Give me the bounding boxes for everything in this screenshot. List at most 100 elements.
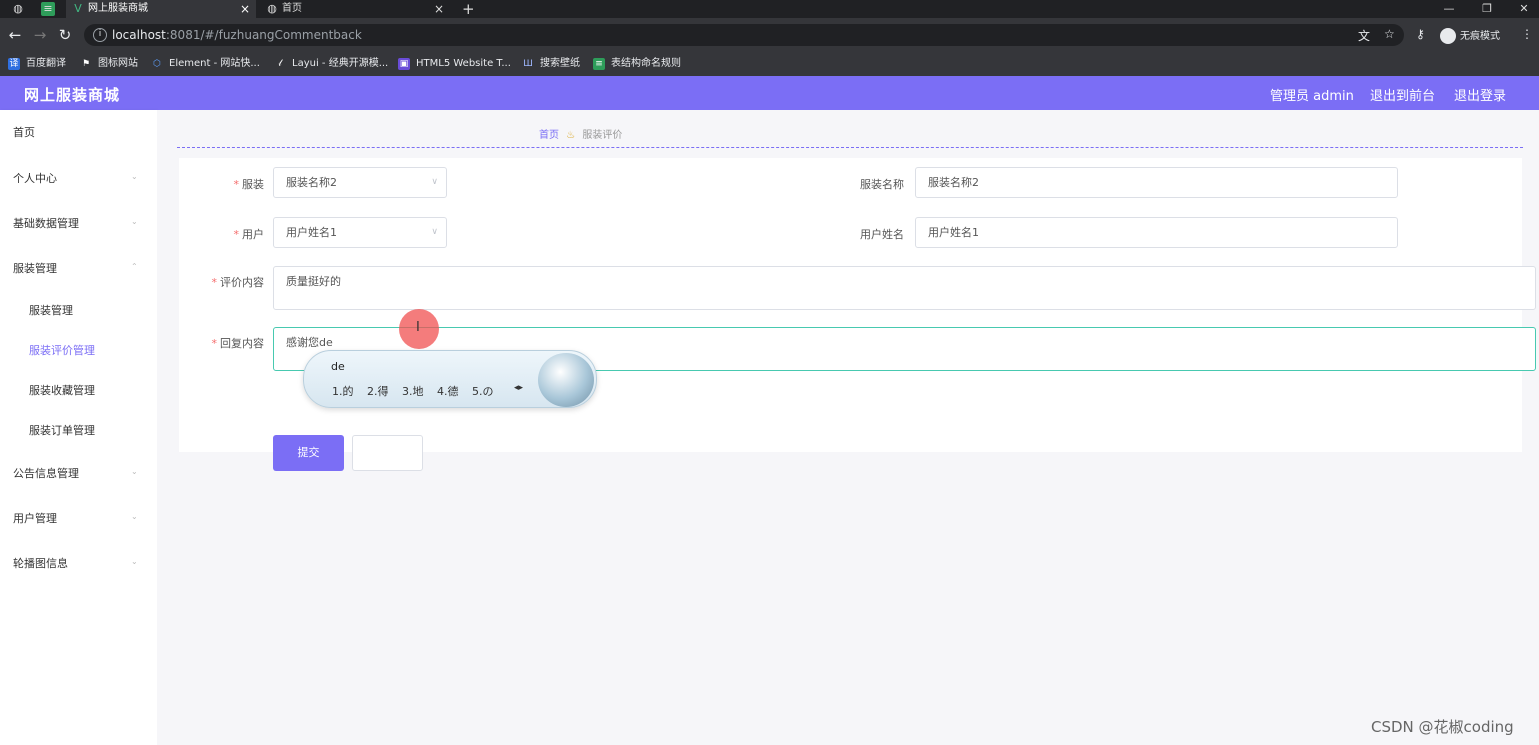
sidebar-item-notice[interactable]: 公告信息管理 — [13, 465, 79, 481]
incognito-indicator[interactable]: 无痕模式 — [1440, 27, 1500, 44]
minimize-icon[interactable]: — — [1434, 0, 1464, 18]
main-content: 首页 ♨ 服装评价 * 服装 服装名称2 ∨ 服装名称 服装名称2 * 用户 用户姓… — [157, 110, 1539, 745]
sidebar-item-users[interactable]: 用户管理 — [13, 510, 57, 526]
tab-label: 首页 — [282, 3, 302, 14]
bookmark-label: 百度翻译 — [26, 58, 66, 69]
ime-pager-icon[interactable]: ◂▸ — [514, 383, 523, 393]
sidebar-item-home[interactable]: 首页 — [13, 124, 35, 140]
submit-button[interactable]: 提交 — [273, 435, 344, 471]
ime-logo-icon — [538, 353, 594, 407]
sidebar-sub-clothing[interactable]: 服装管理 — [29, 302, 73, 318]
bookmark-label: Layui - 经典开源模... — [292, 58, 389, 69]
label-text: 服装 — [242, 178, 264, 191]
back-to-front-link[interactable]: 退出到前台 — [1370, 85, 1435, 104]
breadcrumb-current: 服装评价 — [582, 130, 623, 141]
sheet-icon: ≡ — [593, 58, 605, 70]
close-window-icon[interactable]: ✕ — [1509, 0, 1539, 18]
menu-icon[interactable]: ⋮ — [1521, 27, 1533, 41]
sidebar-item-carousel[interactable]: 轮播图信息 — [13, 555, 68, 571]
globe-icon[interactable]: ◍ — [11, 2, 25, 16]
label-text: 用户 — [242, 228, 264, 241]
reload-icon[interactable]: ↻ — [56, 26, 74, 44]
sidebar-item-profile[interactable]: 个人中心 — [13, 170, 57, 186]
bookmark-label: Element - 网站快... — [169, 58, 260, 69]
browser-tab-strip: ◍ ≡ V 网上服装商城 × ◍ 首页 × + — ❐ ✕ — [0, 0, 1539, 18]
logout-link[interactable]: 退出登录 — [1454, 85, 1506, 104]
required-mark: * — [211, 337, 218, 350]
tab-active[interactable]: V 网上服装商城 × — [66, 0, 256, 18]
bookmark-item[interactable]: 𝓁 Layui - 经典开源模... — [274, 57, 389, 71]
url-input[interactable]: i localhost:8081/#/fuzhuangCommentback — [84, 24, 1404, 46]
forward-icon[interactable]: → — [31, 26, 49, 44]
app-icon[interactable]: ≡ — [41, 2, 55, 16]
text-cursor-icon: I — [416, 320, 420, 335]
translate-icon: 译 — [8, 58, 20, 70]
chevron-down-icon: ⌄ — [131, 557, 138, 566]
sidebar-sub-favorites[interactable]: 服装收藏管理 — [29, 382, 95, 398]
label-text: 回复内容 — [220, 337, 264, 350]
bookmark-label: 搜索壁纸 — [540, 58, 580, 69]
ime-candidate-window[interactable]: de 1.的 2.得 3.地 4.德 5.の ◂▸ — [303, 350, 597, 408]
sidebar-item-clothing[interactable]: 服装管理 — [13, 260, 57, 276]
bookmark-label: 表结构命名规则 — [611, 58, 681, 69]
app-header: 网上服装商城 管理员 admin 退出到前台 退出登录 — [0, 76, 1539, 110]
incognito-icon — [1440, 28, 1456, 44]
required-mark: * — [233, 228, 240, 241]
chevron-down-icon: ⌄ — [131, 217, 138, 226]
url-host: localhost — [112, 28, 166, 42]
key-icon[interactable]: ⚷ — [1416, 27, 1425, 41]
user-name-label: 用户姓名 — [860, 228, 904, 241]
breadcrumb-separator-icon: ♨ — [566, 130, 576, 141]
bookmark-item[interactable]: ▣ HTML5 Website T... — [398, 57, 511, 71]
address-bar-row: ← → ↻ i localhost:8081/#/fuzhuangComment… — [0, 18, 1539, 52]
bookmark-item[interactable]: Ш 搜索壁纸 — [522, 57, 580, 71]
new-tab-button[interactable]: + — [440, 0, 475, 18]
restore-icon[interactable]: ❐ — [1472, 0, 1502, 18]
chevron-down-icon: ∨ — [431, 177, 438, 187]
bookmark-item[interactable]: 译百度翻译 — [8, 57, 66, 71]
bookmark-label: HTML5 Website T... — [416, 58, 511, 69]
user-select[interactable]: 用户姓名1 ∨ — [273, 217, 447, 248]
bookmark-item[interactable]: ≡ 表结构命名规则 — [593, 57, 681, 71]
watermark: CSDN @花椒coding — [1371, 718, 1514, 736]
sidebar-sub-orders[interactable]: 服装订单管理 — [29, 422, 95, 438]
wallpaper-icon: Ш — [523, 59, 533, 69]
back-icon[interactable]: ← — [6, 26, 24, 44]
incognito-label: 无痕模式 — [1460, 31, 1500, 42]
comment-label: * 评价内容 — [184, 274, 265, 290]
vue-icon: V — [74, 2, 82, 15]
translate-icon[interactable]: 文 — [1358, 27, 1370, 44]
sidebar-item-base-data[interactable]: 基础数据管理 — [13, 215, 79, 231]
chevron-up-icon: ⌃ — [131, 262, 138, 271]
admin-label: 管理员 admin — [1270, 89, 1354, 104]
breadcrumb-home[interactable]: 首页 — [539, 130, 559, 141]
bookmark-item[interactable]: ⬡ Element - 网站快... — [151, 57, 260, 71]
secondary-button[interactable] — [352, 435, 423, 471]
flag-icon: ⚑ — [81, 59, 91, 69]
html5-icon: ▣ — [398, 58, 410, 70]
breadcrumb: 首页 ♨ 服装评价 — [539, 126, 622, 141]
fuzhuang-select[interactable]: 服装名称2 ∨ — [273, 167, 447, 198]
select-value: 服装名称2 — [286, 176, 337, 189]
tab-home[interactable]: ◍ 首页 × — [260, 0, 450, 18]
select-value: 用户姓名1 — [286, 226, 337, 239]
required-mark: * — [211, 276, 218, 289]
comment-textarea[interactable]: 质量挺好的 — [273, 266, 1536, 310]
user-name-input[interactable]: 用户姓名1 — [915, 217, 1398, 248]
sidebar-sub-comments[interactable]: 服装评价管理 — [29, 342, 95, 358]
fuzhuang-label: * 服装 — [209, 176, 265, 192]
fuzhuang-name-input[interactable]: 服装名称2 — [915, 167, 1398, 198]
divider — [177, 147, 1523, 148]
layui-icon: 𝓁 — [278, 59, 282, 69]
chevron-down-icon: ⌄ — [131, 172, 138, 181]
url-path: :8081/#/fuzhuangCommentback — [165, 28, 362, 42]
ime-candidates[interactable]: 1.的 2.得 3.地 4.德 5.の — [332, 383, 493, 399]
close-icon[interactable]: × — [240, 0, 250, 18]
star-icon[interactable]: ☆ — [1384, 27, 1395, 41]
info-icon[interactable]: i — [93, 28, 107, 42]
sidebar: 首页 个人中心 ⌄ 基础数据管理 ⌄ 服装管理 ⌃ 服装管理 服装评价管理 服装… — [0, 110, 157, 745]
bookmark-item[interactable]: ⚑ 图标网站 — [80, 57, 138, 71]
chevron-down-icon: ∨ — [431, 227, 438, 237]
bookmark-label: 图标网站 — [98, 58, 138, 69]
tab-label: 网上服装商城 — [88, 3, 148, 14]
